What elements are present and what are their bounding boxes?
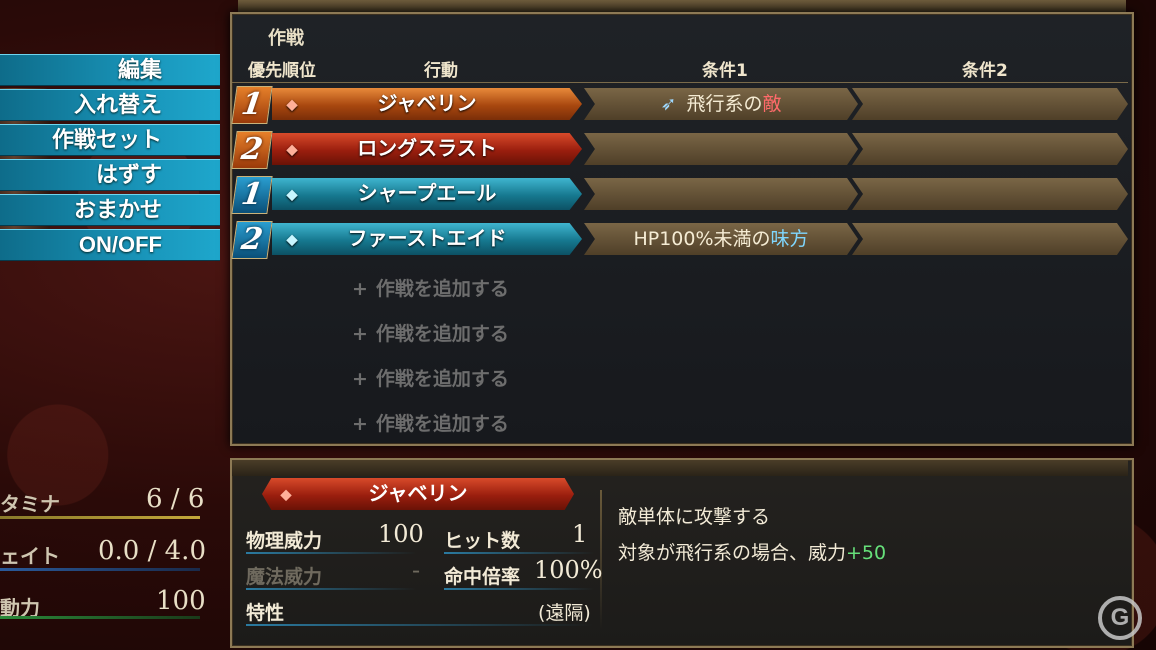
condition-1-slot[interactable] bbox=[584, 178, 858, 210]
strategy-row[interactable]: 1 ◆ ジャベリン ➶ 飛行系の敵 bbox=[231, 86, 1128, 124]
hit-count-value: 1 bbox=[572, 520, 588, 548]
condition-1-slot[interactable]: ➶ 飛行系の敵 bbox=[584, 88, 858, 120]
add-strategy-button[interactable]: + 作戦を追加する bbox=[352, 274, 509, 301]
plus-icon: + bbox=[352, 278, 368, 300]
wing-icon: ➶ bbox=[660, 93, 677, 115]
action-slot[interactable]: ◆ シャープエール bbox=[272, 178, 582, 210]
condition-2-slot[interactable] bbox=[852, 223, 1128, 255]
action-slot[interactable]: ◆ ロングスラスト bbox=[272, 133, 582, 165]
gem-icon: ◆ bbox=[286, 96, 298, 112]
menu-item-swap[interactable]: 入れ替え bbox=[0, 89, 220, 121]
command-menu: 編集 入れ替え 作戦セット はずす おまかせ ON/OFF bbox=[0, 54, 220, 264]
stat-label-stamina: タミナ bbox=[0, 492, 60, 516]
strategy-row[interactable]: 2 ◆ ファーストエイド HP100%未満の味方 bbox=[231, 221, 1128, 259]
gem-icon: ◆ bbox=[286, 141, 298, 157]
stat-underline bbox=[246, 552, 416, 554]
condition-2-slot[interactable] bbox=[852, 88, 1128, 120]
power-bar bbox=[0, 616, 200, 619]
stat-underline bbox=[444, 588, 594, 590]
priority-rank: 2 bbox=[231, 131, 273, 169]
weight-bar bbox=[0, 568, 200, 571]
description-bonus: +50 bbox=[846, 542, 887, 564]
action-label: シャープエール bbox=[357, 183, 497, 205]
skill-name: ジャベリン bbox=[368, 483, 468, 505]
menu-item-label: 作戦セット bbox=[51, 127, 162, 152]
condition-2-slot[interactable] bbox=[852, 133, 1128, 165]
plus-icon: + bbox=[352, 323, 368, 345]
menu-item-edit[interactable]: 編集 bbox=[0, 54, 220, 86]
accuracy-label: 命中倍率 bbox=[444, 566, 521, 588]
action-label: ジャベリン bbox=[377, 93, 477, 115]
description-line-1: 敵単体に攻撃する bbox=[618, 506, 771, 528]
gem-icon: ◆ bbox=[280, 486, 292, 502]
stat-label-weight: ェイト bbox=[0, 544, 60, 568]
menu-item-label: はずす bbox=[95, 162, 162, 187]
menu-item-strategy-set[interactable]: 作戦セット bbox=[0, 124, 220, 156]
condition-1-slot[interactable]: HP100%未満の味方 bbox=[584, 223, 858, 255]
add-strategy-label: 作戦を追加する bbox=[375, 368, 509, 390]
stat-value-stamina: 6 / 6 bbox=[146, 484, 205, 514]
stat-value-weight: 0.0 / 4.0 bbox=[98, 536, 206, 566]
condition-text: HP100%未満の bbox=[633, 228, 771, 250]
strategy-row[interactable]: 1 ◆ シャープエール bbox=[231, 176, 1128, 214]
detail-top-bar bbox=[232, 460, 1128, 476]
priority-rank: 1 bbox=[231, 176, 273, 214]
watermark-logo: G bbox=[1098, 596, 1142, 640]
header-condition-1: 条件1 bbox=[702, 61, 748, 81]
stat-value-power: 100 bbox=[156, 586, 206, 616]
plus-icon: + bbox=[352, 413, 368, 435]
add-strategy-button[interactable]: + 作戦を追加する bbox=[352, 364, 509, 391]
gem-icon: ◆ bbox=[286, 231, 298, 247]
panel-title: 作戦 bbox=[268, 28, 304, 49]
description-text: 対象が飛行系の場合、威力 bbox=[618, 542, 847, 564]
phys-power-label: 物理威力 bbox=[246, 530, 323, 552]
add-strategy-button[interactable]: + 作戦を追加する bbox=[352, 409, 509, 436]
menu-item-label: おまかせ bbox=[73, 197, 162, 222]
hit-count-label: ヒット数 bbox=[444, 530, 521, 552]
description-line-2: 対象が飛行系の場合、威力+50 bbox=[618, 538, 886, 565]
stamina-bar bbox=[0, 516, 200, 519]
condition-highlight: 味方 bbox=[770, 228, 809, 250]
magic-power-value: - bbox=[412, 556, 421, 584]
action-slot[interactable]: ◆ ファーストエイド bbox=[272, 223, 582, 255]
strategy-panel: 作戦 優先順位 行動 条件1 条件2 1 ◆ ジャベリン ➶ 飛行系の敵 2 ◆ … bbox=[230, 12, 1134, 446]
header-action: 行動 bbox=[424, 61, 458, 81]
header-divider bbox=[232, 82, 1128, 83]
stat-underline bbox=[246, 624, 594, 626]
menu-item-remove[interactable]: はずす bbox=[0, 159, 220, 191]
priority-rank: 2 bbox=[231, 221, 273, 259]
trait-value: (遠隔) bbox=[538, 602, 591, 624]
magic-power-label: 魔法威力 bbox=[246, 566, 323, 588]
action-label: ファーストエイド bbox=[347, 228, 507, 250]
add-strategy-label: 作戦を追加する bbox=[375, 323, 509, 345]
add-strategy-label: 作戦を追加する bbox=[375, 413, 509, 435]
menu-item-auto[interactable]: おまかせ bbox=[0, 194, 220, 226]
header-priority: 優先順位 bbox=[248, 61, 316, 81]
action-label: ロングスラスト bbox=[357, 138, 497, 160]
skill-name-banner: ◆ ジャベリン bbox=[262, 478, 574, 510]
condition-2-slot[interactable] bbox=[852, 178, 1128, 210]
trait-label: 特性 bbox=[246, 602, 285, 624]
condition-text: 飛行系の bbox=[686, 93, 763, 115]
gem-icon: ◆ bbox=[286, 186, 298, 202]
action-slot[interactable]: ◆ ジャベリン bbox=[272, 88, 582, 120]
menu-item-label: ON/OFF bbox=[78, 232, 162, 257]
skill-detail-panel: ◆ ジャベリン 物理威力 100 ヒット数 1 魔法威力 - 命中倍率 100%… bbox=[230, 458, 1134, 648]
stat-underline bbox=[246, 588, 416, 590]
accuracy-value: 100% bbox=[534, 556, 603, 584]
add-strategy-button[interactable]: + 作戦を追加する bbox=[352, 319, 509, 346]
condition-1-slot[interactable] bbox=[584, 133, 858, 165]
menu-item-on-off[interactable]: ON/OFF bbox=[0, 229, 220, 261]
menu-item-label: 入れ替え bbox=[73, 92, 162, 117]
stat-underline bbox=[444, 552, 594, 554]
phys-power-value: 100 bbox=[378, 520, 424, 548]
add-strategy-label: 作戦を追加する bbox=[375, 278, 509, 300]
condition-highlight: 敵 bbox=[762, 93, 782, 115]
strategy-row[interactable]: 2 ◆ ロングスラスト bbox=[231, 131, 1128, 169]
priority-rank: 1 bbox=[231, 86, 273, 124]
plus-icon: + bbox=[352, 368, 368, 390]
menu-item-label: 編集 bbox=[117, 57, 162, 82]
header-condition-2: 条件2 bbox=[962, 61, 1008, 81]
